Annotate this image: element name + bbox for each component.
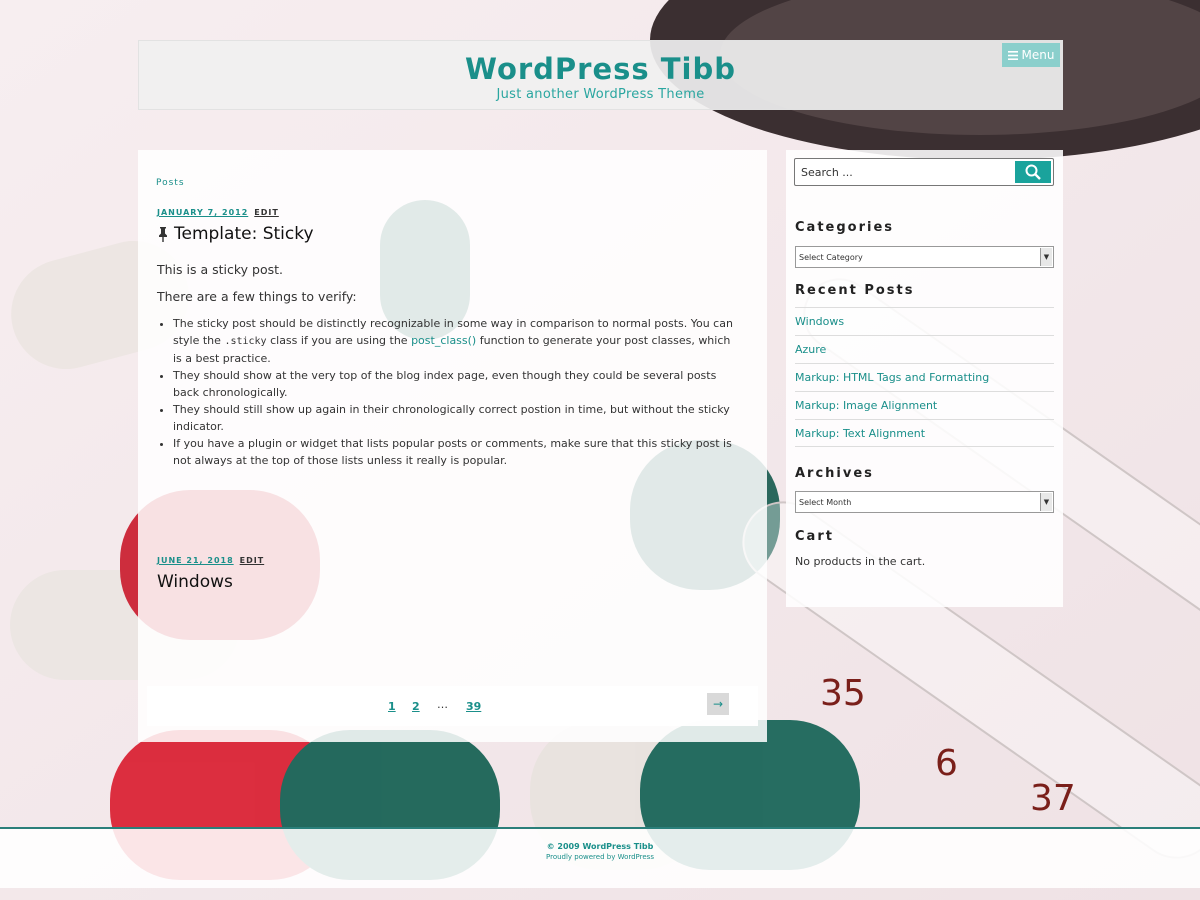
categories-title: Categories	[795, 220, 895, 235]
next-page-button[interactable]: →	[707, 693, 729, 715]
search-icon	[1025, 164, 1041, 180]
cart-title: Cart	[795, 529, 834, 544]
post-paragraph: This is a sticky post.	[157, 262, 284, 277]
list-item: Azure	[795, 335, 1054, 363]
chevron-down-icon: ▼	[1040, 248, 1052, 266]
site-header: WordPress Tibb Just another WordPress Th…	[138, 40, 1063, 110]
pin-icon	[159, 226, 167, 242]
footer-copyright: © 2009 WordPress Tibb	[546, 842, 654, 851]
list-item-text: class if you are using the	[266, 334, 412, 347]
page-link[interactable]: 1	[388, 700, 396, 713]
list-item: Markup: Image Alignment	[795, 391, 1054, 419]
sidebar: Categories Select Category ▼ Recent Post…	[786, 150, 1063, 607]
post-date-link[interactable]: JUNE 21, 2018	[157, 556, 234, 565]
site-title[interactable]: WordPress Tibb	[139, 52, 1062, 86]
pagination: 1 2 … 39 →	[147, 686, 758, 726]
list-item: If you have a plugin or widget that list…	[173, 435, 742, 469]
select-value: Select Month	[799, 497, 852, 507]
menu-button[interactable]: Menu	[1002, 43, 1060, 67]
menu-label: Menu	[1021, 48, 1055, 62]
recent-post-link[interactable]: Markup: HTML Tags and Formatting	[795, 371, 989, 384]
inline-code: .sticky	[224, 336, 267, 347]
search-input[interactable]	[801, 162, 1011, 182]
list-item: Markup: HTML Tags and Formatting	[795, 363, 1054, 391]
select-value: Select Category	[799, 252, 863, 262]
post-meta: JUNE 21, 2018 EDIT	[157, 556, 264, 565]
post-title-text: Template: Sticky	[174, 224, 314, 244]
recent-post-link[interactable]: Windows	[795, 315, 844, 328]
hamburger-icon	[1007, 50, 1018, 60]
svg-text:35: 35	[820, 673, 866, 714]
site-description: Just another WordPress Theme	[496, 87, 705, 102]
page-link[interactable]: 39	[466, 700, 481, 713]
recent-post-link[interactable]: Azure	[795, 343, 826, 356]
list-item: The sticky post should be distinctly rec…	[173, 315, 742, 367]
edit-link[interactable]: EDIT	[254, 208, 279, 217]
post-title[interactable]: Template: Sticky	[157, 224, 314, 244]
archives-title: Archives	[795, 466, 874, 481]
recent-post-link[interactable]: Markup: Text Alignment	[795, 427, 925, 440]
post-bullet-list: The sticky post should be distinctly rec…	[173, 315, 742, 469]
list-item: Markup: Text Alignment	[795, 419, 1054, 447]
post-date-link[interactable]: JANUARY 7, 2012	[157, 208, 248, 217]
page-link[interactable]: 2	[412, 700, 420, 713]
arrow-right-icon: →	[712, 697, 724, 711]
post-body: This is a sticky post. There are a few t…	[157, 261, 742, 469]
site-footer: © 2009 WordPress Tibb Proudly powered by…	[0, 827, 1200, 888]
categories-select[interactable]: Select Category ▼	[795, 246, 1054, 268]
recent-posts-title: Recent Posts	[795, 283, 915, 298]
main-content: Posts JANUARY 7, 2012 EDIT Template: Stic…	[138, 150, 767, 742]
post-title[interactable]: Windows	[157, 572, 233, 592]
cart-empty-text: No products in the cart.	[795, 555, 926, 568]
edit-link[interactable]: EDIT	[240, 556, 265, 565]
post-class-link[interactable]: post_class()	[411, 334, 476, 347]
list-item: Windows	[795, 307, 1054, 335]
breadcrumb[interactable]: Posts	[156, 178, 185, 188]
recent-posts-list: Windows Azure Markup: HTML Tags and Form…	[795, 307, 1054, 447]
recent-post-link[interactable]: Markup: Image Alignment	[795, 399, 937, 412]
svg-text:6: 6	[935, 743, 958, 784]
search-form	[794, 158, 1054, 186]
list-item: They should show at the very top of the …	[173, 367, 742, 401]
post-paragraph: There are a few things to verify:	[157, 289, 357, 304]
list-item: They should still show up again in their…	[173, 401, 742, 435]
powered-by-link[interactable]: Proudly powered by WordPress	[0, 853, 1200, 861]
post-meta: JANUARY 7, 2012 EDIT	[157, 208, 279, 217]
search-button[interactable]	[1015, 161, 1051, 183]
svg-text:37: 37	[1030, 778, 1076, 819]
pagination-dots: …	[437, 698, 448, 711]
chevron-down-icon: ▼	[1040, 493, 1052, 511]
archives-select[interactable]: Select Month ▼	[795, 491, 1054, 513]
